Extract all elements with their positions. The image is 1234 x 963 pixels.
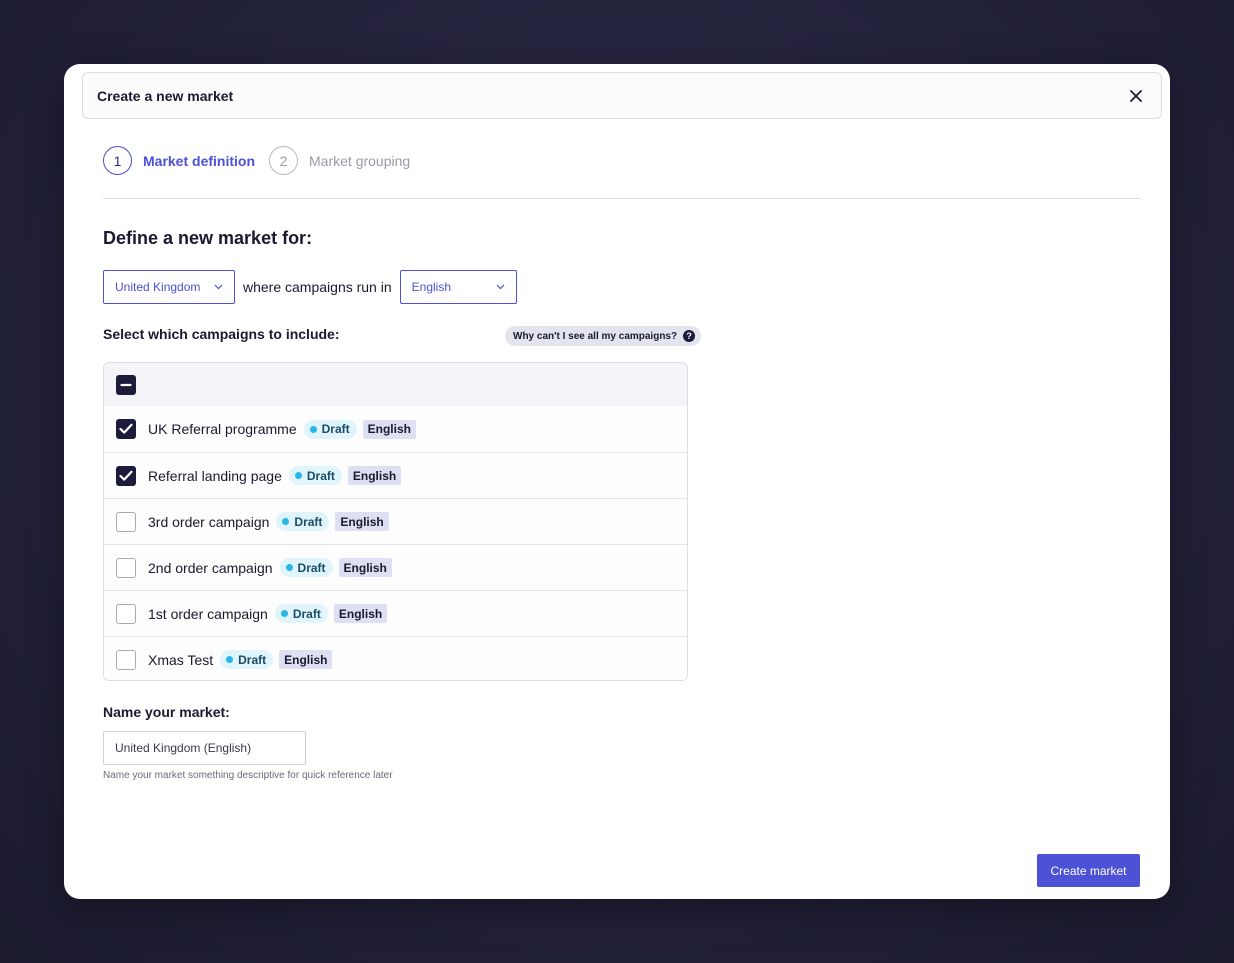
- list-item[interactable]: UK Referral programme Draft English: [104, 406, 687, 452]
- why-campaigns-help-button[interactable]: Why can't I see all my campaigns? ?: [505, 326, 702, 346]
- status-text: Draft: [294, 514, 323, 529]
- step-market-definition[interactable]: 1 Market definition: [103, 146, 255, 175]
- status-text: Draft: [292, 606, 321, 621]
- country-select-value: United Kingdom: [115, 280, 201, 294]
- modal-title: Create a new market: [97, 87, 234, 104]
- language-select[interactable]: English: [399, 270, 517, 304]
- status-badge: Draft: [220, 650, 274, 669]
- campaign-name: 2nd order campaign: [148, 559, 273, 576]
- list-item[interactable]: 1st order campaign Draft English: [104, 590, 687, 636]
- market-name-input[interactable]: [103, 731, 306, 765]
- list-item[interactable]: 2nd order campaign Draft English: [104, 544, 687, 590]
- define-connector-text: where campaigns run in: [243, 279, 392, 295]
- language-badge: English: [333, 604, 388, 623]
- select-all-checkbox[interactable]: [116, 374, 136, 395]
- status-text: Draft: [238, 652, 267, 667]
- create-market-button[interactable]: Create market: [1037, 854, 1140, 887]
- define-row: United Kingdom where campaigns run in En…: [103, 270, 517, 304]
- chevron-down-icon: [214, 284, 223, 290]
- status-dot-icon: [309, 425, 317, 433]
- close-button[interactable]: [1125, 85, 1147, 107]
- checkmark-icon: [119, 470, 133, 481]
- campaign-checkbox[interactable]: [116, 603, 136, 624]
- language-select-value: English: [411, 280, 451, 294]
- market-name-help: Name your market something descriptive f…: [103, 770, 393, 781]
- status-text: Draft: [321, 422, 350, 436]
- market-name-label: Name your market:: [103, 704, 230, 720]
- campaign-checkbox[interactable]: [116, 557, 136, 578]
- status-badge: Draft: [276, 512, 330, 531]
- campaign-name: 3rd order campaign: [148, 513, 270, 530]
- divider: [103, 198, 1140, 199]
- status-badge: Draft: [303, 419, 357, 439]
- language-badge: English: [362, 419, 416, 439]
- list-item[interactable]: Xmas Test Draft English: [104, 636, 687, 680]
- checkmark-icon: [119, 423, 133, 434]
- help-pill-text: Why can't I see all my campaigns?: [513, 330, 678, 342]
- campaign-checkbox[interactable]: [116, 419, 136, 439]
- campaign-checkbox[interactable]: [116, 465, 136, 486]
- status-badge: Draft: [288, 466, 342, 485]
- campaign-name: 1st order campaign: [148, 605, 268, 622]
- status-badge: Draft: [274, 604, 328, 623]
- chevron-down-icon: [496, 284, 505, 290]
- modal-header: Create a new market: [82, 72, 1162, 119]
- step-number: 2: [269, 146, 299, 175]
- step-label: Market grouping: [309, 152, 411, 169]
- status-dot-icon: [294, 472, 302, 479]
- status-dot-icon: [280, 610, 288, 617]
- language-badge: English: [335, 512, 389, 531]
- campaign-list: UK Referral programme Draft English Referra…: [103, 362, 688, 681]
- campaigns-label: Select which campaigns to include:: [103, 326, 340, 342]
- minus-icon: [120, 383, 132, 386]
- status-badge: Draft: [279, 558, 333, 577]
- status-dot-icon: [282, 518, 290, 525]
- language-badge: English: [347, 466, 402, 485]
- list-item[interactable]: 3rd order campaign Draft English: [104, 498, 687, 544]
- language-badge: English: [338, 558, 392, 577]
- list-item[interactable]: Referral landing page Draft English: [104, 452, 687, 498]
- status-text: Draft: [297, 560, 326, 575]
- step-label: Market definition: [143, 152, 256, 169]
- campaign-checkbox[interactable]: [116, 511, 136, 532]
- campaign-name: Xmas Test: [148, 651, 214, 668]
- step-market-grouping[interactable]: 2 Market grouping: [269, 146, 410, 175]
- language-badge: English: [279, 650, 333, 669]
- create-market-modal: Create a new market 1 Market definition …: [64, 64, 1170, 899]
- list-header: [104, 363, 687, 406]
- section-title: Define a new market for:: [103, 228, 313, 248]
- stepper: 1 Market definition 2 Market grouping: [103, 146, 424, 175]
- campaign-name: Referral landing page: [148, 467, 282, 484]
- question-icon: ?: [683, 330, 696, 342]
- close-icon: [1130, 89, 1142, 102]
- status-dot-icon: [285, 564, 293, 571]
- campaign-checkbox[interactable]: [116, 649, 136, 670]
- step-number: 1: [103, 146, 132, 175]
- status-text: Draft: [306, 468, 335, 483]
- status-dot-icon: [226, 656, 234, 663]
- country-select[interactable]: United Kingdom: [103, 270, 235, 304]
- campaign-name: UK Referral programme: [148, 421, 297, 437]
